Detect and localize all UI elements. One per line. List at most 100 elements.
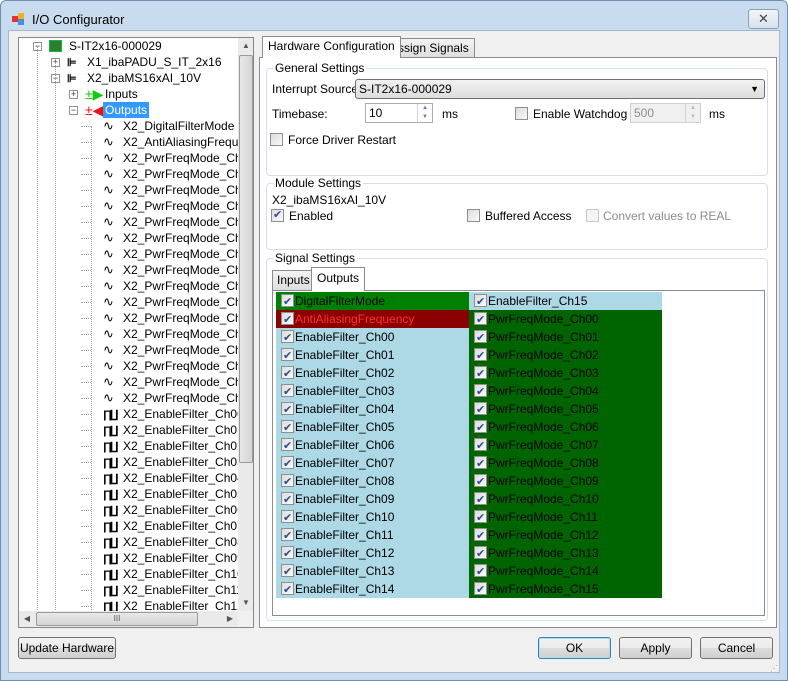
resize-grip-icon[interactable]: ⋰	[770, 664, 778, 673]
update-hardware-button[interactable]: Update Hardware	[18, 637, 116, 659]
signal-row[interactable]: PwrFreqMode_Ch03	[469, 364, 662, 383]
tree-item[interactable]: ∿ X2_PwrFreqMode_Ch00	[19, 150, 253, 166]
signal-checkbox[interactable]	[474, 401, 487, 419]
collapse-icon[interactable]: −	[69, 106, 78, 115]
signal-checkbox[interactable]	[281, 401, 294, 419]
signal-checkbox[interactable]	[281, 527, 294, 545]
convert-real-checkbox[interactable]	[586, 209, 599, 222]
tree-item[interactable]: ∿ X2_PwrFreqMode_Ch01	[19, 166, 253, 182]
signal-checkbox[interactable]	[474, 455, 487, 473]
signal-row[interactable]: PwrFreqMode_Ch14	[469, 562, 662, 581]
tree-item[interactable]: ∿ X2_PwrFreqMode_Ch15	[19, 390, 253, 406]
signal-row[interactable]: DigitalFilterMode	[276, 292, 469, 311]
signal-row[interactable]: PwrFreqMode_Ch15	[469, 580, 662, 599]
tree-vertical-scrollbar[interactable]: ▲ ▼	[238, 38, 253, 611]
signal-checkbox[interactable]	[474, 365, 487, 383]
signal-checkbox[interactable]	[281, 581, 294, 599]
tree-item[interactable]: − ⊫ X2_ibaMS16xAI_10V	[19, 70, 238, 86]
tree-item[interactable]: ∿ X2_AntiAliasingFrequency	[19, 134, 253, 150]
tree-item[interactable]: ∿ X2_PwrFreqMode_Ch14	[19, 374, 253, 390]
signal-row[interactable]: PwrFreqMode_Ch10	[469, 490, 662, 509]
signal-row[interactable]: EnableFilter_Ch05	[276, 418, 469, 437]
tree-item[interactable]: ∿ X2_PwrFreqMode_Ch07	[19, 262, 253, 278]
signal-checkbox[interactable]	[474, 293, 487, 311]
tree-item[interactable]: ∿ X2_PwrFreqMode_Ch05	[19, 230, 253, 246]
signal-row[interactable]: EnableFilter_Ch13	[276, 562, 469, 581]
buffered-access-checkbox[interactable]	[467, 209, 480, 222]
signal-row[interactable]: EnableFilter_Ch15	[469, 292, 662, 311]
signal-row[interactable]: PwrFreqMode_Ch06	[469, 418, 662, 437]
signal-row[interactable]: EnableFilter_Ch01	[276, 346, 469, 365]
interrupt-source-dropdown[interactable]: S-IT2x16-000029 ▼	[355, 79, 765, 99]
signal-checkbox[interactable]	[474, 563, 487, 581]
signal-checkbox[interactable]	[281, 365, 294, 383]
ok-button[interactable]: OK	[538, 637, 611, 659]
signal-row[interactable]: EnableFilter_Ch00	[276, 328, 469, 347]
signal-row[interactable]: PwrFreqMode_Ch00	[469, 310, 662, 329]
tree-item[interactable]: ∏∐ X2_EnableFilter_Ch10	[19, 566, 244, 582]
tree-item[interactable]: ∿ X2_PwrFreqMode_Ch03	[19, 198, 253, 214]
tree-item[interactable]: ∏∐ X2_EnableFilter_Ch08	[19, 534, 244, 550]
signal-checkbox[interactable]	[281, 563, 294, 581]
signal-checkbox[interactable]	[474, 419, 487, 437]
tree-horizontal-scrollbar[interactable]: ◀ III ▶	[19, 611, 238, 627]
signal-row[interactable]: EnableFilter_Ch12	[276, 544, 469, 563]
tree-item[interactable]: ∏∐ X2_EnableFilter_Ch04	[19, 470, 244, 486]
signal-row[interactable]: EnableFilter_Ch14	[276, 580, 469, 599]
signal-row[interactable]: PwrFreqMode_Ch13	[469, 544, 662, 563]
timebase-stepper[interactable]: 10 ▲ ▼	[365, 103, 433, 123]
force-driver-restart-checkbox[interactable]	[270, 133, 283, 146]
signal-row[interactable]: PwrFreqMode_Ch12	[469, 526, 662, 545]
signal-checkbox[interactable]	[474, 329, 487, 347]
signal-checkbox[interactable]	[474, 473, 487, 491]
tab-inputs[interactable]: Inputs	[272, 270, 315, 290]
signal-checkbox[interactable]	[281, 419, 294, 437]
signal-checkbox[interactable]	[474, 437, 487, 455]
tree-item[interactable]: ∿ X2_PwrFreqMode_Ch04	[19, 214, 253, 230]
tree-item[interactable]: ∿ X2_PwrFreqMode_Ch10	[19, 310, 253, 326]
signal-row[interactable]: EnableFilter_Ch06	[276, 436, 469, 455]
signal-checkbox[interactable]	[281, 473, 294, 491]
signal-row[interactable]: EnableFilter_Ch04	[276, 400, 469, 419]
signal-row[interactable]: AntiAliasingFrequency	[276, 310, 469, 329]
cancel-button[interactable]: Cancel	[700, 637, 773, 659]
signal-checkbox[interactable]	[281, 545, 294, 563]
signal-row[interactable]: EnableFilter_Ch02	[276, 364, 469, 383]
signal-checkbox[interactable]	[474, 311, 487, 329]
signal-tree[interactable]: − S-IT2x16-000029 + ⊫ X1_ibaPADU_S_IT_2x16 − ⊫…	[18, 37, 254, 628]
enable-watchdog-checkbox[interactable]	[515, 107, 528, 120]
tab-hardware-configuration[interactable]: Hardware Configuration	[262, 36, 401, 58]
signal-row[interactable]: EnableFilter_Ch10	[276, 508, 469, 527]
scroll-thumb[interactable]	[239, 55, 253, 463]
signal-checkbox[interactable]	[281, 293, 294, 311]
signal-checkbox[interactable]	[474, 545, 487, 563]
signal-row[interactable]: PwrFreqMode_Ch11	[469, 508, 662, 527]
signal-checkbox[interactable]	[281, 491, 294, 509]
signal-checkbox[interactable]	[281, 347, 294, 365]
tree-item[interactable]: ∿ X2_PwrFreqMode_Ch08	[19, 278, 253, 294]
tree-item[interactable]: ∿ X2_PwrFreqMode_Ch11	[19, 326, 253, 342]
scroll-up-icon[interactable]: ▲	[238, 38, 253, 54]
signal-checkbox[interactable]	[281, 329, 294, 347]
signal-row[interactable]: EnableFilter_Ch08	[276, 472, 469, 491]
signal-row[interactable]: PwrFreqMode_Ch04	[469, 382, 662, 401]
tree-item[interactable]: ∏∐ X2_EnableFilter_Ch06	[19, 502, 244, 518]
spin-arrows-icon[interactable]: ▲ ▼	[417, 104, 432, 122]
signal-row[interactable]: PwrFreqMode_Ch09	[469, 472, 662, 491]
signal-checkbox[interactable]	[474, 581, 487, 599]
expand-icon[interactable]: +	[69, 90, 78, 99]
tree-item[interactable]: ∏∐ X2_EnableFilter_Ch07	[19, 518, 244, 534]
close-button[interactable]: ✕	[748, 9, 779, 29]
scroll-thumb-horizontal[interactable]: III	[36, 612, 198, 626]
tree-item[interactable]: ∿ X2_PwrFreqMode_Ch02	[19, 182, 253, 198]
tree-item[interactable]: − ±◀ Outputs	[19, 102, 238, 118]
tree-item[interactable]: ∿ X2_PwrFreqMode_Ch13	[19, 358, 253, 374]
tree-item[interactable]: + ±▶ Inputs	[19, 86, 238, 102]
tree-item[interactable]: ∿ X2_PwrFreqMode_Ch06	[19, 246, 253, 262]
signal-checkbox[interactable]	[281, 455, 294, 473]
signal-row[interactable]: EnableFilter_Ch03	[276, 382, 469, 401]
scroll-down-icon[interactable]: ▼	[238, 595, 253, 611]
signal-row[interactable]: PwrFreqMode_Ch05	[469, 400, 662, 419]
tree-item[interactable]: ∿ X2_DigitalFilterMode	[19, 118, 238, 134]
signal-row[interactable]: EnableFilter_Ch11	[276, 526, 469, 545]
